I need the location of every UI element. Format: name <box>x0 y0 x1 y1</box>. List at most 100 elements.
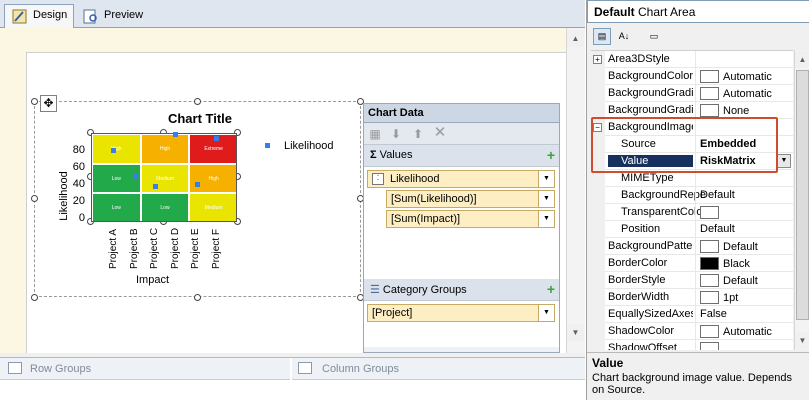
values-spacer <box>364 237 559 279</box>
tab-preview[interactable]: Preview <box>75 4 153 28</box>
resize-handle[interactable] <box>31 195 38 202</box>
property-value[interactable]: False <box>695 306 793 323</box>
series-point-marker <box>173 132 178 137</box>
property-row-gutter <box>591 272 605 289</box>
dropdown-arrow-icon[interactable]: ▼ <box>538 305 554 321</box>
matrix-cell: Low <box>92 193 141 221</box>
values-section-header: Σ Values + <box>364 145 559 167</box>
property-value-text: Default <box>700 223 735 235</box>
scroll-down-icon[interactable]: ▼ <box>567 324 584 341</box>
dropdown-arrow-icon[interactable]: ▼ <box>538 191 554 207</box>
property-value[interactable] <box>695 204 793 221</box>
tab-preview-label: Preview <box>104 9 144 21</box>
column-groups-header[interactable]: Column Groups <box>292 358 585 380</box>
alphabetical-icon[interactable]: A↓ <box>615 28 633 45</box>
property-value[interactable] <box>695 340 793 350</box>
expand-icon[interactable]: + <box>593 55 602 64</box>
scroll-thumb[interactable] <box>796 70 809 320</box>
properties-object-selector[interactable]: Default Chart Area <box>587 0 809 23</box>
move-handle-icon[interactable]: ✥ <box>40 95 57 112</box>
chart-plot-area[interactable]: High High Extreme Low Medium High Low Low Medium <box>91 133 237 222</box>
y-axis-label[interactable]: Likelihood <box>58 166 70 226</box>
property-row[interactable]: + Area3DStyle <box>591 51 793 68</box>
resize-handle[interactable] <box>194 294 201 301</box>
property-row[interactable]: BackgroundPatternType Default <box>591 238 793 255</box>
categorized-icon[interactable]: ▤ <box>593 28 611 45</box>
property-row[interactable]: BorderStyle Default <box>591 272 793 289</box>
dropdown-arrow-icon[interactable]: ▼ <box>538 171 554 187</box>
property-value[interactable]: Default <box>695 238 793 255</box>
property-row[interactable]: BackgroundGradientEndColor Automatic <box>591 85 793 102</box>
legend-label[interactable]: Likelihood <box>284 140 334 152</box>
matrix-cell: Low <box>140 193 190 221</box>
color-swatch <box>700 342 719 350</box>
property-value[interactable]: 1pt <box>695 289 793 306</box>
value-field-sum-likelihood[interactable]: [Sum(Likelihood)] ▼ <box>386 190 555 208</box>
property-row[interactable]: BorderWidth 1pt <box>591 289 793 306</box>
property-row[interactable]: Position Default <box>591 221 793 238</box>
property-value[interactable]: Automatic <box>695 68 793 85</box>
property-grid-scrollbar[interactable]: ▲ ▼ <box>794 50 809 350</box>
properties-toolbar: ▤ A↓ ▭ <box>587 24 809 49</box>
x-axis-label[interactable]: Impact <box>136 274 169 286</box>
designer-vertical-scrollbar[interactable]: ▲ ▼ <box>566 28 585 353</box>
add-value-icon[interactable]: + <box>547 148 555 162</box>
properties-panel: Default Chart Area ▤ A↓ ▭ + Area3DStyle Ba… <box>586 0 809 400</box>
category-field-project[interactable]: [Project] ▼ <box>367 304 555 322</box>
move-up-icon[interactable]: ⬆ <box>410 126 426 142</box>
chart-title[interactable]: Chart Title <box>150 111 250 126</box>
add-category-icon[interactable]: + <box>547 282 555 296</box>
value-field-sum-impact[interactable]: [Sum(Impact)] ▼ <box>386 210 555 228</box>
property-name: BorderColor <box>608 257 668 269</box>
property-row[interactable]: EquallySizedAxesFont False <box>591 306 793 323</box>
property-row-gutter <box>591 85 605 102</box>
property-pages-icon[interactable]: ▭ <box>645 28 663 45</box>
move-down-icon[interactable]: ⬇ <box>388 126 404 142</box>
scroll-up-icon[interactable]: ▲ <box>795 51 809 68</box>
property-value[interactable]: Default <box>695 187 793 204</box>
x-tick-label: Project D <box>169 227 181 269</box>
tab-design[interactable]: Design <box>4 4 74 28</box>
y-tick-label: 80 <box>72 144 85 156</box>
report-designer: Design Preview ▲ ▼ ✥ Chart Title High Hig… <box>0 0 585 400</box>
property-value[interactable]: Default <box>695 221 793 238</box>
dropdown-arrow-icon[interactable]: ▼ <box>777 154 791 168</box>
property-name: ShadowColor <box>608 325 675 337</box>
value-field-likelihood[interactable]: ⁚ Likelihood ▼ <box>367 170 555 188</box>
property-row-gutter <box>591 306 605 323</box>
property-row[interactable]: TransparentColor <box>591 204 793 221</box>
property-row[interactable]: ShadowColor Automatic <box>591 323 793 340</box>
property-row-gutter <box>591 238 605 255</box>
color-swatch <box>700 104 719 117</box>
scroll-up-icon[interactable]: ▲ <box>567 30 584 47</box>
property-name: BackgroundRepeat <box>621 189 706 201</box>
dropdown-arrow-icon[interactable]: ▼ <box>538 211 554 227</box>
property-name: Position <box>621 223 661 235</box>
property-name: BorderStyle <box>608 274 666 286</box>
property-value-text: 1pt <box>723 292 739 304</box>
properties-icon[interactable]: ▦ <box>367 126 383 142</box>
property-row[interactable]: BorderColor Black <box>591 255 793 272</box>
resize-handle[interactable] <box>31 294 38 301</box>
chart-data-toolbar: ▦ ⬇ ⬆ ✕ <box>364 123 559 145</box>
property-row-gutter <box>591 289 605 306</box>
property-row[interactable]: BackgroundRepeat Default <box>591 187 793 204</box>
property-value[interactable]: Automatic <box>695 85 793 102</box>
property-grid: + Area3DStyle BackgroundColor Automatic Back… <box>591 50 793 350</box>
resize-handle[interactable] <box>194 98 201 105</box>
row-groups-header[interactable]: Row Groups <box>0 358 290 380</box>
series-point-marker <box>111 148 116 153</box>
property-value[interactable] <box>695 51 793 68</box>
property-value-text: Automatic <box>723 88 772 100</box>
resize-handle[interactable] <box>31 98 38 105</box>
property-row[interactable]: BackgroundColor Automatic <box>591 68 793 85</box>
property-name: BackgroundGradientEndColor <box>608 87 693 99</box>
property-row[interactable]: ShadowOffset <box>591 340 793 350</box>
property-value[interactable]: Automatic <box>695 323 793 340</box>
delete-icon[interactable]: ✕ <box>432 125 448 141</box>
property-value[interactable]: Black <box>695 255 793 272</box>
scroll-down-icon[interactable]: ▼ <box>795 332 809 349</box>
series-point-marker <box>133 174 138 179</box>
property-value[interactable]: Default <box>695 272 793 289</box>
series-point-marker <box>153 184 158 189</box>
